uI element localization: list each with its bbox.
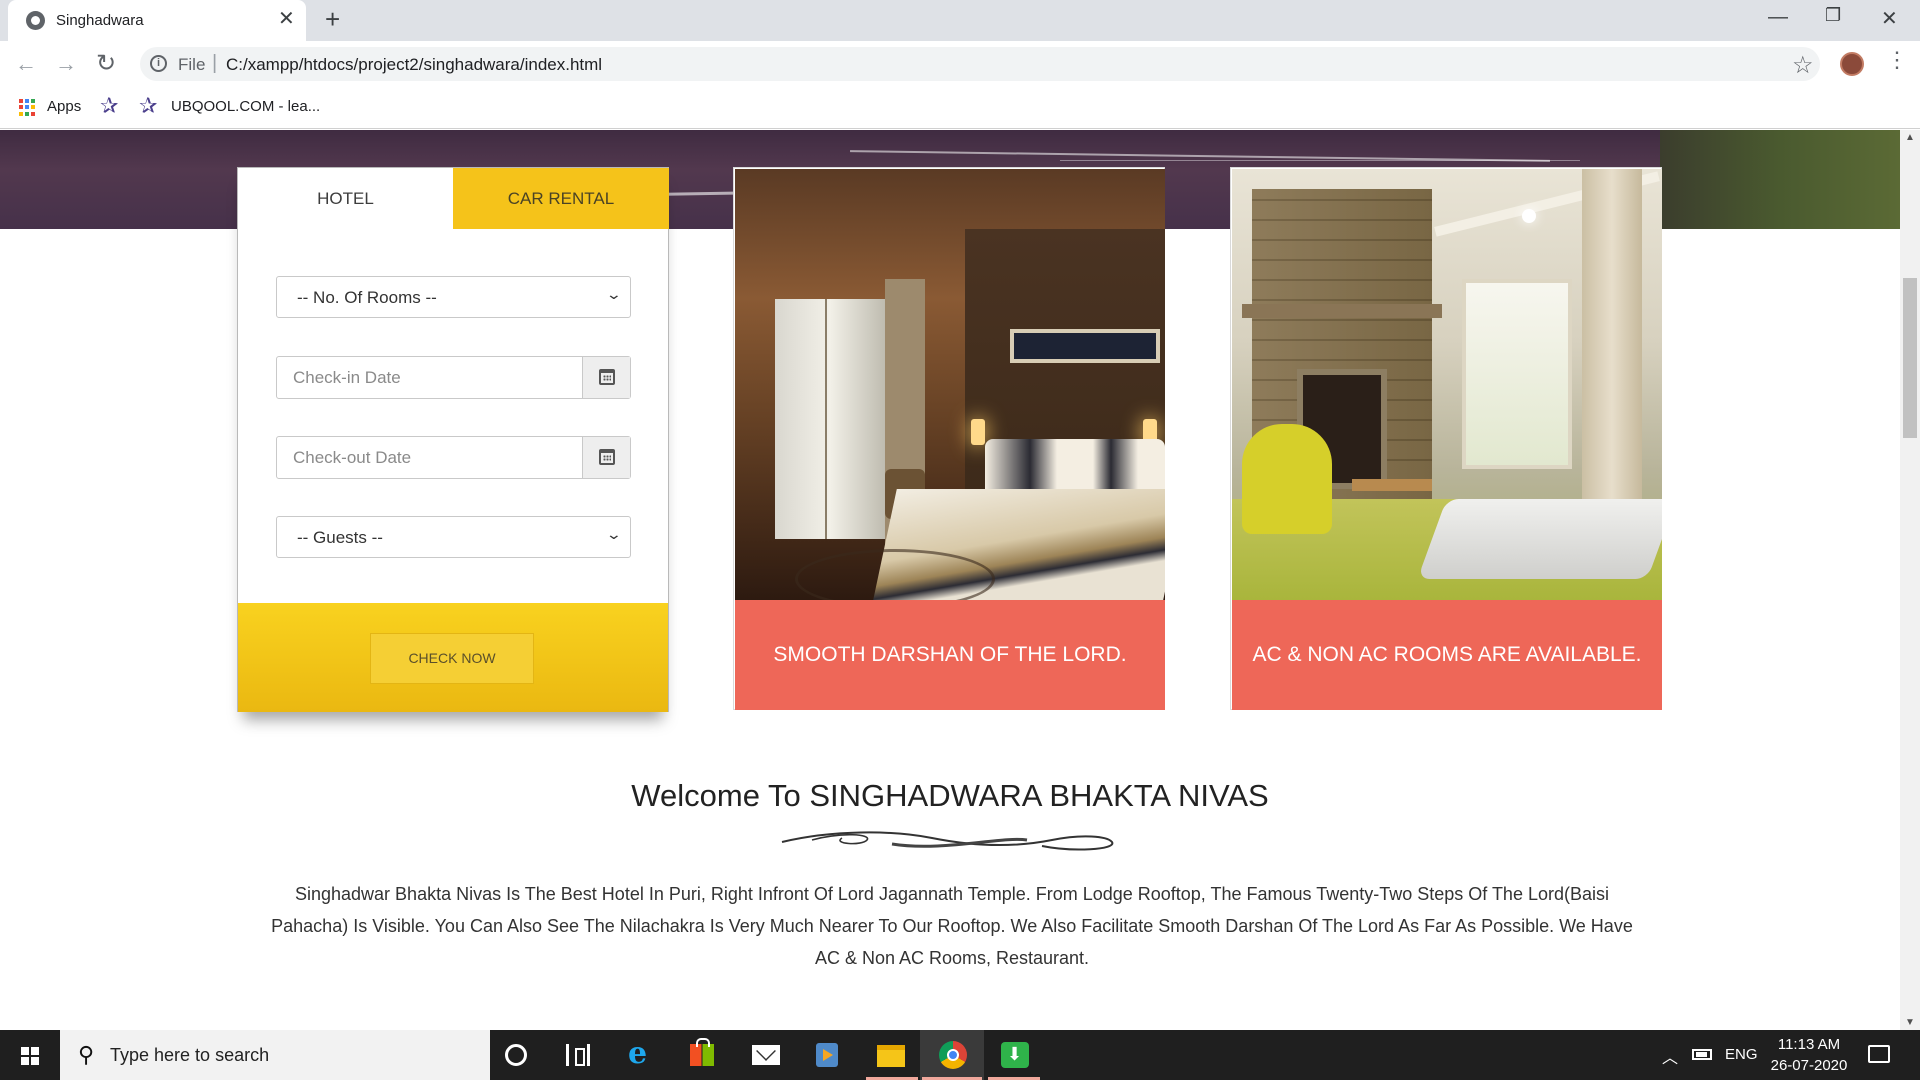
booking-form-card: HOTEL CAR RENTAL -- No. Of Rooms -- ⌄ Ch…: [237, 167, 669, 712]
tab-hotel[interactable]: HOTEL: [238, 168, 453, 229]
tab-car-rental[interactable]: CAR RENTAL: [453, 168, 669, 229]
media-player-icon[interactable]: [816, 1043, 838, 1067]
address-bar[interactable]: i File | C:/xampp/htdocs/project2/singha…: [140, 47, 1820, 81]
battery-icon[interactable]: [1692, 1049, 1712, 1060]
bookmark-apps[interactable]: Apps: [47, 98, 81, 115]
menu-icon[interactable]: ⋮: [1886, 49, 1908, 71]
mail-icon[interactable]: [752, 1045, 780, 1065]
rooms-select-value: -- No. Of Rooms --: [297, 288, 437, 307]
info-icon[interactable]: i: [150, 55, 167, 72]
bookmark-star-icon[interactable]: ✰: [139, 93, 157, 119]
bookmark-star-icon[interactable]: ☆: [1792, 51, 1814, 80]
task-view-icon[interactable]: [566, 1044, 590, 1066]
notification-icon[interactable]: [1868, 1045, 1890, 1063]
edge-icon[interactable]: e: [628, 1036, 658, 1071]
reload-icon[interactable]: ↻: [96, 49, 116, 78]
browser-tabstrip: Singhadwara ✕ + — ❐ ✕: [0, 0, 1920, 41]
forward-icon[interactable]: →: [55, 51, 77, 77]
guests-select-value: -- Guests --: [297, 528, 383, 547]
chrome-icon[interactable]: [939, 1041, 967, 1069]
welcome-heading: Welcome To SINGHADWARA BHAKTA NIVAS: [631, 778, 1269, 813]
taskbar-search[interactable]: ⚲ Type here to search: [60, 1030, 490, 1080]
checkin-calendar-button[interactable]: [582, 357, 630, 398]
file-explorer-icon[interactable]: [877, 1045, 905, 1067]
checkout-calendar-button[interactable]: [582, 437, 630, 478]
apps-grid-icon[interactable]: [19, 99, 36, 116]
checkin-date-field[interactable]: Check-in Date: [276, 356, 631, 399]
rooms-select[interactable]: -- No. Of Rooms -- ⌄: [276, 276, 631, 318]
search-icon: ⚲: [78, 1042, 95, 1067]
maximize-button[interactable]: ❐: [1825, 5, 1841, 26]
browser-tab[interactable]: Singhadwara ✕: [8, 0, 306, 41]
booking-card-footer: CHECK NOW: [238, 603, 668, 712]
chevron-down-icon: ⌄: [605, 526, 623, 542]
browser-toolbar: ← → ↻ i File | C:/xampp/htdocs/project2/…: [0, 41, 1920, 129]
page-scrollbar[interactable]: ▲ ▼: [1900, 130, 1920, 1030]
globe-icon: [26, 11, 45, 30]
feature-card-rooms: AC & NON AC ROOMS ARE AVAILABLE.: [1230, 167, 1662, 710]
cortana-icon[interactable]: [505, 1044, 527, 1066]
road-marking: [1060, 160, 1580, 161]
bookmarks-bar: Apps ✰ ✰ UBQOOL.COM - lea...: [0, 89, 1920, 125]
clock-date[interactable]: 26-07-2020: [1766, 1057, 1852, 1074]
download-app-icon[interactable]: [1001, 1042, 1029, 1068]
clock-time[interactable]: 11:13 AM: [1774, 1036, 1844, 1053]
new-tab-button[interactable]: +: [325, 6, 340, 32]
language-indicator[interactable]: ENG: [1725, 1046, 1758, 1063]
address-separator: |: [212, 52, 218, 74]
roadside-grass: [1660, 130, 1900, 229]
close-tab-icon[interactable]: ✕: [278, 9, 295, 29]
chevron-down-icon: ⌄: [605, 286, 623, 302]
check-now-button[interactable]: CHECK NOW: [370, 633, 534, 684]
checkout-date-field[interactable]: Check-out Date: [276, 436, 631, 479]
scroll-down-arrow-icon[interactable]: ▼: [1905, 1017, 1915, 1028]
decorative-flourish: [781, 831, 1114, 851]
scroll-up-arrow-icon[interactable]: ▲: [1905, 132, 1915, 143]
page-viewport: HOTEL CAR RENTAL -- No. Of Rooms -- ⌄ Ch…: [0, 130, 1900, 1030]
living-room-photo: [1232, 169, 1662, 600]
calendar-icon: [599, 369, 615, 385]
minimize-button[interactable]: —: [1768, 6, 1788, 29]
checkout-placeholder: Check-out Date: [293, 448, 412, 467]
back-icon[interactable]: ←: [15, 51, 37, 77]
bookmark-ubqool[interactable]: UBQOOL.COM - lea...: [171, 98, 320, 115]
windows-logo-icon: [21, 1047, 39, 1065]
store-icon[interactable]: [690, 1038, 714, 1066]
close-window-button[interactable]: ✕: [1881, 6, 1898, 31]
bookmark-star-icon[interactable]: ✰: [100, 93, 118, 119]
scrollbar-thumb[interactable]: [1903, 278, 1917, 438]
search-placeholder: Type here to search: [110, 1045, 270, 1065]
tab-title: Singhadwara: [56, 12, 144, 29]
calendar-icon: [599, 449, 615, 465]
feature-card-darshan: SMOOTH DARSHAN OF THE LORD.: [733, 167, 1165, 710]
start-button[interactable]: [0, 1030, 60, 1080]
checkin-placeholder: Check-in Date: [293, 368, 401, 387]
feature-caption: AC & NON AC ROOMS ARE AVAILABLE.: [1232, 600, 1662, 710]
feature-caption: SMOOTH DARSHAN OF THE LORD.: [735, 600, 1165, 710]
chevron-up-icon[interactable]: ︿: [1662, 1044, 1678, 1068]
welcome-description: Singhadwar Bhakta Nivas Is The Best Hote…: [271, 884, 1633, 968]
guests-select[interactable]: -- Guests -- ⌄: [276, 516, 631, 558]
profile-avatar[interactable]: [1840, 52, 1864, 76]
address-url[interactable]: C:/xampp/htdocs/project2/singhadwara/ind…: [226, 55, 602, 75]
hotel-bedroom-photo: [735, 169, 1165, 600]
windows-taskbar: ⚲ Type here to search e ︿ ENG 11:13 AM 2…: [0, 1030, 1920, 1080]
address-scheme-label: File: [178, 55, 206, 74]
